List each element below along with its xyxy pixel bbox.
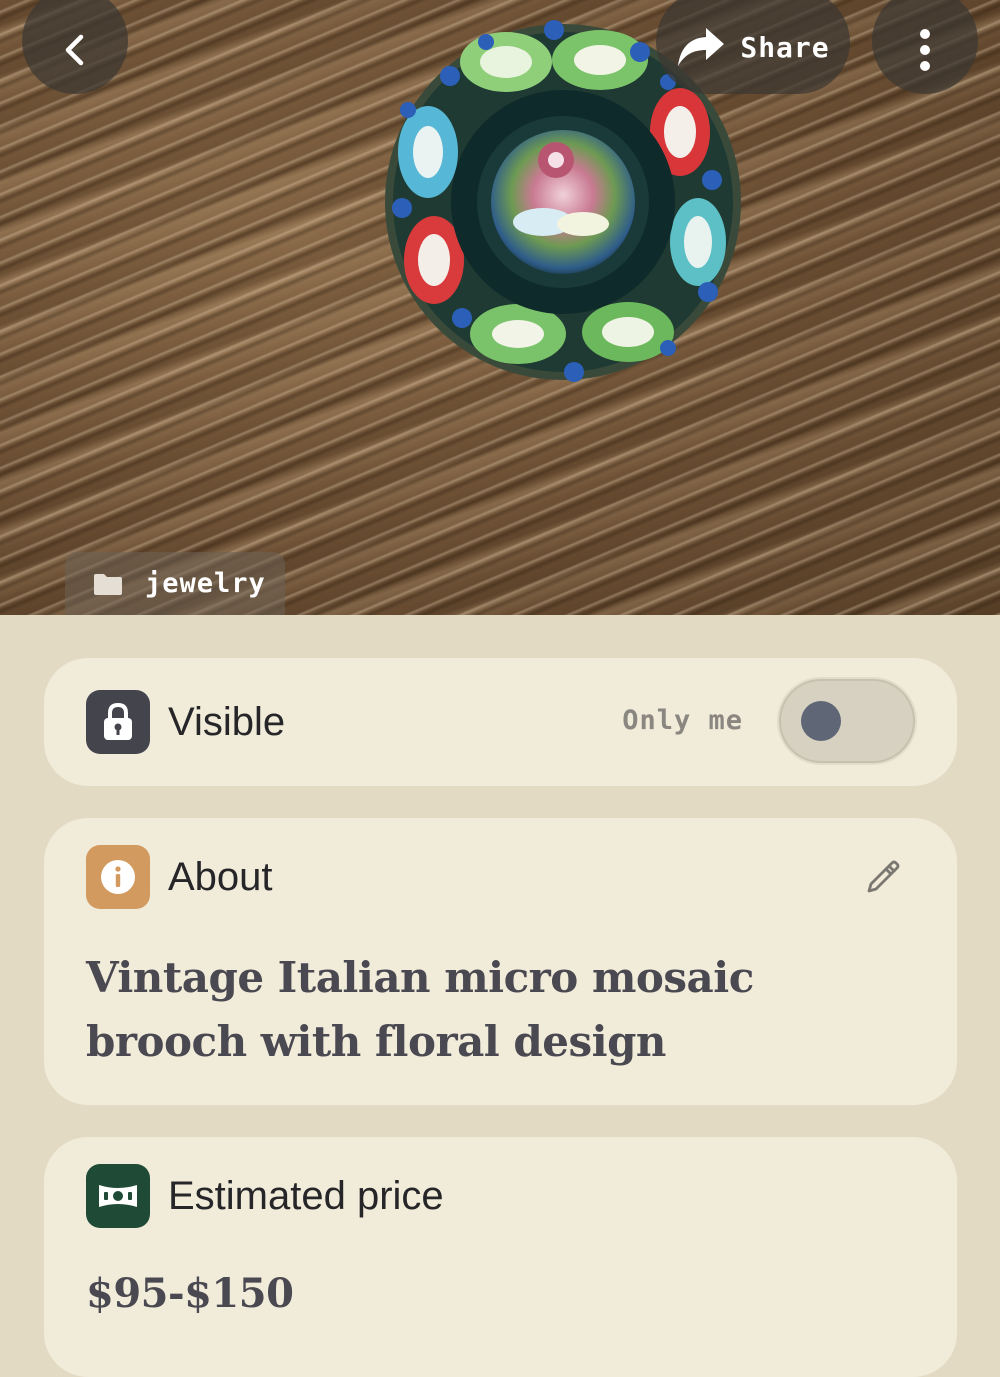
more-options-button[interactable]	[872, 0, 978, 94]
vertical-ellipsis-icon	[920, 29, 930, 71]
about-header: About	[86, 845, 273, 909]
price-title: Estimated price	[168, 1173, 444, 1218]
share-label: Share	[740, 30, 830, 64]
pencil-icon[interactable]	[863, 856, 903, 900]
back-button[interactable]	[22, 0, 128, 94]
visibility-header: Visible	[86, 690, 285, 754]
category-label: jewelry	[145, 568, 266, 599]
visibility-card: Visible Only me	[44, 658, 957, 786]
chevron-left-icon	[65, 34, 84, 66]
price-card: Estimated price $95-$150	[44, 1137, 957, 1377]
folder-icon	[94, 573, 122, 595]
category-chip[interactable]: jewelry	[65, 552, 285, 615]
price-header: Estimated price	[86, 1164, 444, 1228]
price-value: $95-$150	[86, 1270, 294, 1317]
toggle-knob	[801, 701, 841, 741]
visibility-title: Visible	[168, 699, 286, 744]
visibility-toggle[interactable]	[779, 679, 915, 763]
info-icon	[86, 845, 150, 909]
share-button[interactable]: Share	[656, 0, 850, 94]
about-title: About	[168, 854, 273, 899]
about-description: Vintage Italian micro mosaic brooch with…	[86, 953, 754, 1066]
banknote-icon	[86, 1164, 150, 1228]
visibility-status: Only me	[622, 705, 743, 736]
about-card: About Vintage Italian micro mosaic brooc…	[44, 818, 957, 1105]
lock-icon	[86, 690, 150, 754]
item-photo[interactable]: Share jewelry	[0, 0, 1000, 615]
share-arrow-icon	[678, 28, 725, 66]
